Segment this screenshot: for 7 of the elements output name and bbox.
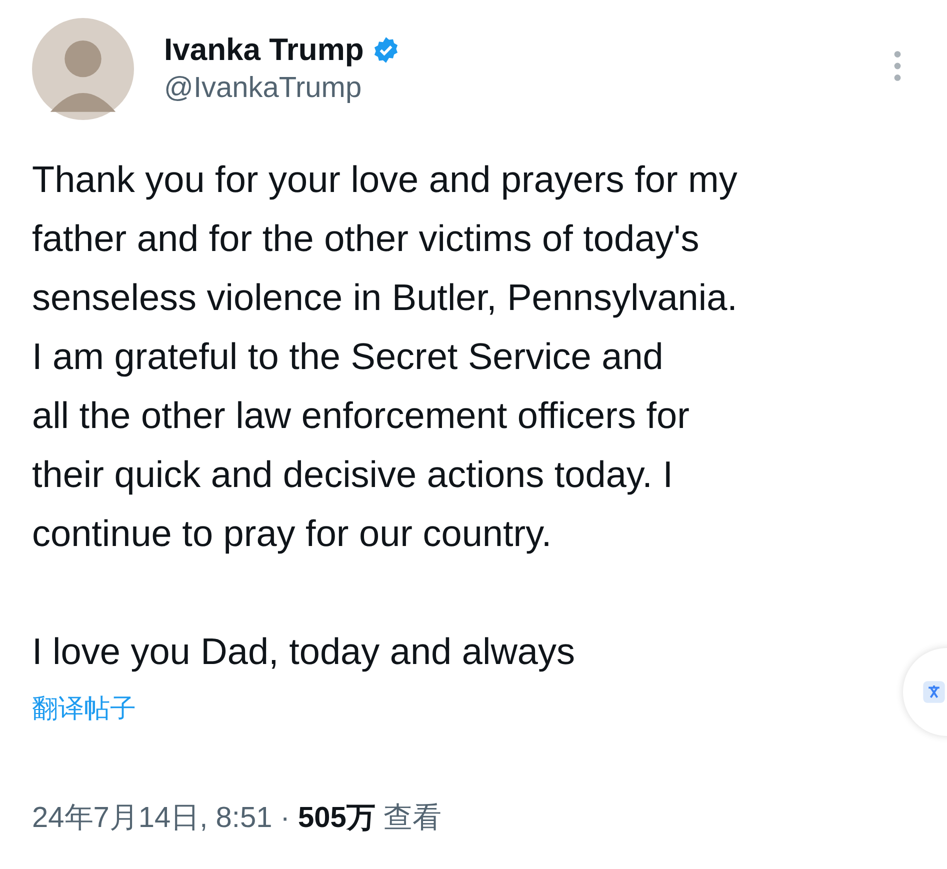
post-text: Thank you for your love and prayers for my father and for the other victims of today's senseless violence in Butler, Pennsylvania. I am grateful to the Secret Service and all the other law enforcement officers for their quick and decisive actions today. I continue to pray for our country. I love you Dad, today and always xyxy=(32,158,738,674)
author-handle[interactable]: @IvankaTrump xyxy=(164,72,400,105)
avatar[interactable] xyxy=(32,18,134,120)
post-meta: 24年7月14日, 8:51 · 505万 查看 xyxy=(32,801,442,836)
more-options-icon[interactable] xyxy=(893,50,902,82)
author-name[interactable]: Ivanka Trump xyxy=(164,32,364,68)
translate-icon xyxy=(921,679,947,705)
